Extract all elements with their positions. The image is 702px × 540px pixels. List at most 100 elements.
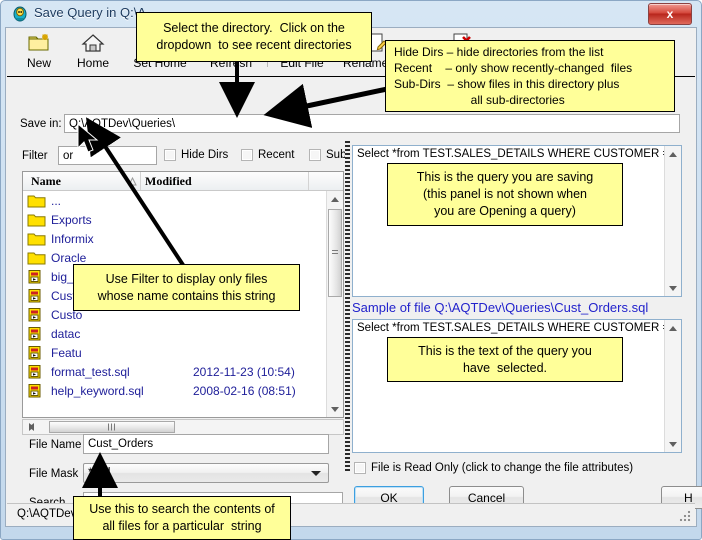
save-query-dialog: Save Query in Q:\A x New Home Set Home R… bbox=[0, 0, 702, 540]
close-button[interactable]: x bbox=[648, 3, 692, 25]
scroll-down-button[interactable] bbox=[665, 436, 681, 452]
resize-grip-icon[interactable] bbox=[679, 510, 691, 522]
file-mask-label: File Mask bbox=[29, 468, 79, 480]
file-list-row[interactable]: Exports bbox=[23, 210, 326, 229]
checkbox-label: Hide Dirs bbox=[181, 149, 229, 161]
sql-file-icon bbox=[28, 307, 41, 321]
filter-label: Filter bbox=[22, 150, 48, 162]
toolbar-button-home[interactable]: Home bbox=[65, 31, 121, 75]
callout-line: (this panel is not shown when bbox=[423, 187, 587, 202]
save-in-label: Save in: bbox=[20, 118, 62, 130]
callout-line: This is the query you are saving bbox=[416, 170, 594, 185]
sample-pane-scrollbar[interactable] bbox=[664, 320, 681, 452]
file-mask-combobox[interactable]: *.sql bbox=[83, 463, 329, 483]
callout-line: you are Opening a query) bbox=[434, 203, 576, 218]
sql-file-icon bbox=[28, 326, 41, 340]
column-header-modified[interactable]: Modified bbox=[145, 174, 192, 189]
file-name-cell: datac bbox=[51, 326, 81, 341]
header-divider bbox=[140, 172, 141, 190]
callout-sample-pane: This is the text of the query you have s… bbox=[387, 337, 623, 382]
status-bar-text: Q:\AQTDev bbox=[17, 508, 77, 520]
callout-line: This is the text of the query you bbox=[418, 343, 592, 358]
file-list-row[interactable]: Featu bbox=[23, 343, 326, 362]
home-icon bbox=[81, 34, 105, 52]
sql-file-icon bbox=[28, 269, 41, 283]
checkbox-label: Recent bbox=[258, 149, 295, 161]
file-name-cell: help_keyword.sql bbox=[51, 383, 144, 398]
filter-input[interactable]: or bbox=[58, 146, 157, 165]
column-header-name[interactable]: Name bbox=[31, 174, 61, 189]
app-icon bbox=[13, 6, 27, 22]
checkbox-recent[interactable]: Recent bbox=[241, 149, 294, 161]
toolbar-label: Home bbox=[76, 56, 109, 70]
callout-line: Sub-Dirs – show files in this directory … bbox=[394, 77, 620, 91]
file-list-vertical-scrollbar[interactable] bbox=[326, 191, 343, 417]
file-name-cell: Featu bbox=[51, 345, 82, 360]
callout-line: Use Filter to display only files bbox=[105, 271, 268, 286]
file-name-cell: Informix bbox=[51, 231, 94, 246]
sort-ascending-icon bbox=[128, 177, 137, 186]
checkbox-label: File is Read Only (click to change the f… bbox=[371, 462, 634, 474]
file-name-cell: format_test.sql bbox=[51, 364, 130, 379]
scroll-up-button[interactable] bbox=[665, 320, 681, 336]
checkbox-box bbox=[241, 149, 253, 161]
scroll-down-button[interactable] bbox=[327, 401, 343, 417]
file-list-row[interactable]: Informix bbox=[23, 229, 326, 248]
callout-checkboxes: Hide Dirs – hide directories from the li… bbox=[385, 40, 675, 112]
callout-line: dropdown to see recent directories bbox=[156, 38, 352, 52]
sql-file-icon bbox=[28, 345, 41, 359]
file-modified-cell: 2008-02-16 (08:51) bbox=[193, 383, 296, 398]
checkbox-hide-dirs[interactable]: Hide Dirs bbox=[164, 149, 228, 161]
file-name-cell: ... bbox=[51, 193, 62, 208]
sql-file-icon bbox=[28, 364, 41, 378]
checkbox-box bbox=[354, 462, 366, 474]
folder-icon bbox=[27, 233, 46, 245]
scrollbar-thumb[interactable] bbox=[49, 421, 175, 433]
checkbox-box bbox=[309, 149, 321, 161]
file-mask-value: *.sql bbox=[88, 467, 111, 479]
file-list-row[interactable]: datac bbox=[23, 324, 326, 343]
file-list-row[interactable]: help_keyword.sql 2008-02-16 (08:51) bbox=[23, 381, 326, 399]
file-name-input[interactable]: Cust_Orders bbox=[83, 434, 329, 454]
scroll-down-button[interactable] bbox=[665, 280, 681, 296]
sql-file-icon bbox=[28, 383, 41, 397]
file-list-header: Name Modified bbox=[23, 172, 343, 191]
header-divider bbox=[308, 172, 309, 190]
sample-file-label: Sample of file Q:\AQTDev\Queries\Cust_Or… bbox=[352, 300, 649, 315]
checkbox-file-read-only[interactable]: File is Read Only (click to change the f… bbox=[354, 462, 633, 474]
window-title: Save Query in Q:\A bbox=[34, 5, 146, 20]
folder-icon bbox=[27, 195, 46, 207]
file-name-label: File Name bbox=[29, 439, 82, 451]
callout-line: all sub-directories bbox=[394, 93, 565, 108]
folder-icon bbox=[27, 252, 46, 264]
callout-line: Select the directory. Click on the bbox=[163, 21, 345, 36]
toolbar-label: New bbox=[26, 56, 51, 70]
callout-line: Recent – only show recently-changed file… bbox=[394, 60, 633, 75]
scroll-up-button[interactable] bbox=[327, 191, 343, 207]
scrollbar-thumb[interactable] bbox=[328, 209, 342, 297]
callout-search: Use this to search the contents of all f… bbox=[73, 496, 291, 540]
chevron-down-icon bbox=[311, 471, 321, 476]
new-folder-icon bbox=[28, 34, 49, 51]
toolbar-button-new[interactable]: New bbox=[15, 31, 63, 75]
save-in-field[interactable]: Q:\AQTDev\Queries\ bbox=[64, 114, 680, 133]
scroll-right-button[interactable] bbox=[23, 419, 39, 435]
pane-splitter[interactable] bbox=[345, 141, 350, 473]
scroll-up-button[interactable] bbox=[665, 146, 681, 162]
file-list-horizontal-scrollbar[interactable] bbox=[22, 419, 344, 435]
file-list-row[interactable]: ... bbox=[23, 191, 326, 210]
callout-line: all files for a particular string bbox=[102, 519, 262, 533]
checkbox-box bbox=[164, 149, 176, 161]
callout-directory: Select the directory. Click on the dropd… bbox=[136, 12, 372, 62]
file-name-cell: Oracle bbox=[51, 250, 87, 265]
sample-pane-text: Select *from TEST.SALES_DETAILS WHERE CU… bbox=[357, 322, 679, 334]
callout-line: Use this to search the contents of bbox=[89, 502, 275, 517]
callout-line: have selected. bbox=[462, 360, 548, 375]
query-pane-text: Select *from TEST.SALES_DETAILS WHERE CU… bbox=[357, 148, 679, 160]
folder-icon bbox=[27, 214, 46, 226]
file-modified-cell: 2012-11-23 (10:54) bbox=[193, 364, 295, 379]
sql-file-icon bbox=[28, 288, 41, 302]
file-list-row[interactable]: format_test.sql 2012-11-23 (10:54) bbox=[23, 362, 326, 381]
query-pane-scrollbar[interactable] bbox=[664, 146, 681, 296]
callout-line: whose name contains this string bbox=[97, 288, 276, 303]
